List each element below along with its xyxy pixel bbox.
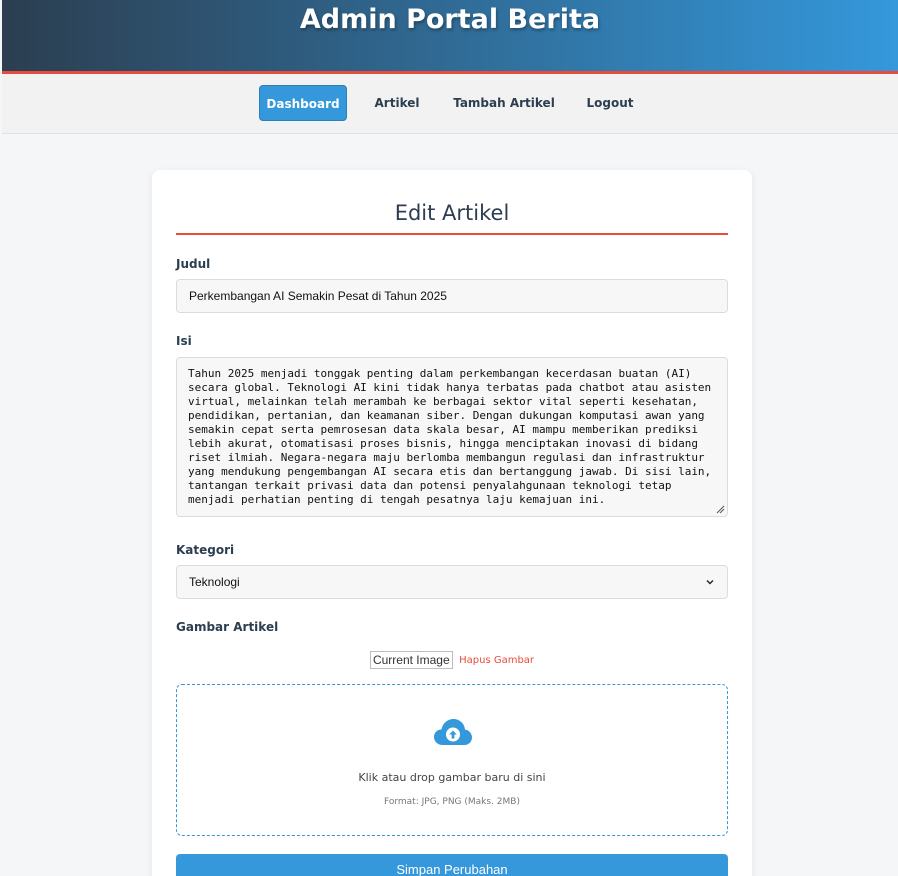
chevron-down-icon <box>706 580 714 585</box>
isi-text: Tahun 2025 menjadi tonggak penting dalam… <box>188 367 712 506</box>
site-title: Admin Portal Berita <box>299 4 601 35</box>
resize-grip-icon[interactable] <box>715 504 725 514</box>
current-image: Current Image <box>369 651 453 669</box>
kategori-select[interactable]: Teknologi <box>176 565 728 599</box>
kategori-label: Kategori <box>176 543 235 557</box>
main-nav: Dashboard Artikel Tambah Artikel Logout <box>2 74 898 134</box>
current-image-row: Current Image Hapus Gambar <box>176 651 728 669</box>
form-title: Edit Artikel <box>394 201 510 225</box>
title-divider <box>176 233 728 235</box>
page-header: Admin Portal Berita <box>2 0 898 74</box>
cloud-upload-icon <box>434 719 472 745</box>
nav-dashboard[interactable]: Dashboard <box>259 85 347 121</box>
image-dropzone[interactable]: Klik atau drop gambar baru di sini Forma… <box>176 684 728 836</box>
save-changes-button[interactable]: Simpan Perubahan <box>176 854 728 876</box>
nav-artikel[interactable]: Artikel <box>367 85 427 121</box>
isi-label: Isi <box>176 334 192 348</box>
isi-textarea[interactable]: Tahun 2025 menjadi tonggak penting dalam… <box>176 357 728 517</box>
kategori-value: Teknologi <box>189 575 240 589</box>
gambar-label: Gambar Artikel <box>176 620 279 634</box>
nav-tambah-artikel[interactable]: Tambah Artikel <box>449 85 559 121</box>
judul-input[interactable]: Perkembangan AI Semakin Pesat di Tahun 2… <box>176 279 728 313</box>
delete-image-link[interactable]: Hapus Gambar <box>459 655 534 666</box>
edit-article-card: Edit Artikel Judul Perkembangan AI Semak… <box>152 170 752 876</box>
judul-label: Judul <box>176 257 211 271</box>
dropzone-text: Klik atau drop gambar baru di sini <box>358 771 546 784</box>
nav-logout[interactable]: Logout <box>580 85 640 121</box>
dropzone-hint: Format: JPG, PNG (Maks. 2MB) <box>384 797 520 807</box>
